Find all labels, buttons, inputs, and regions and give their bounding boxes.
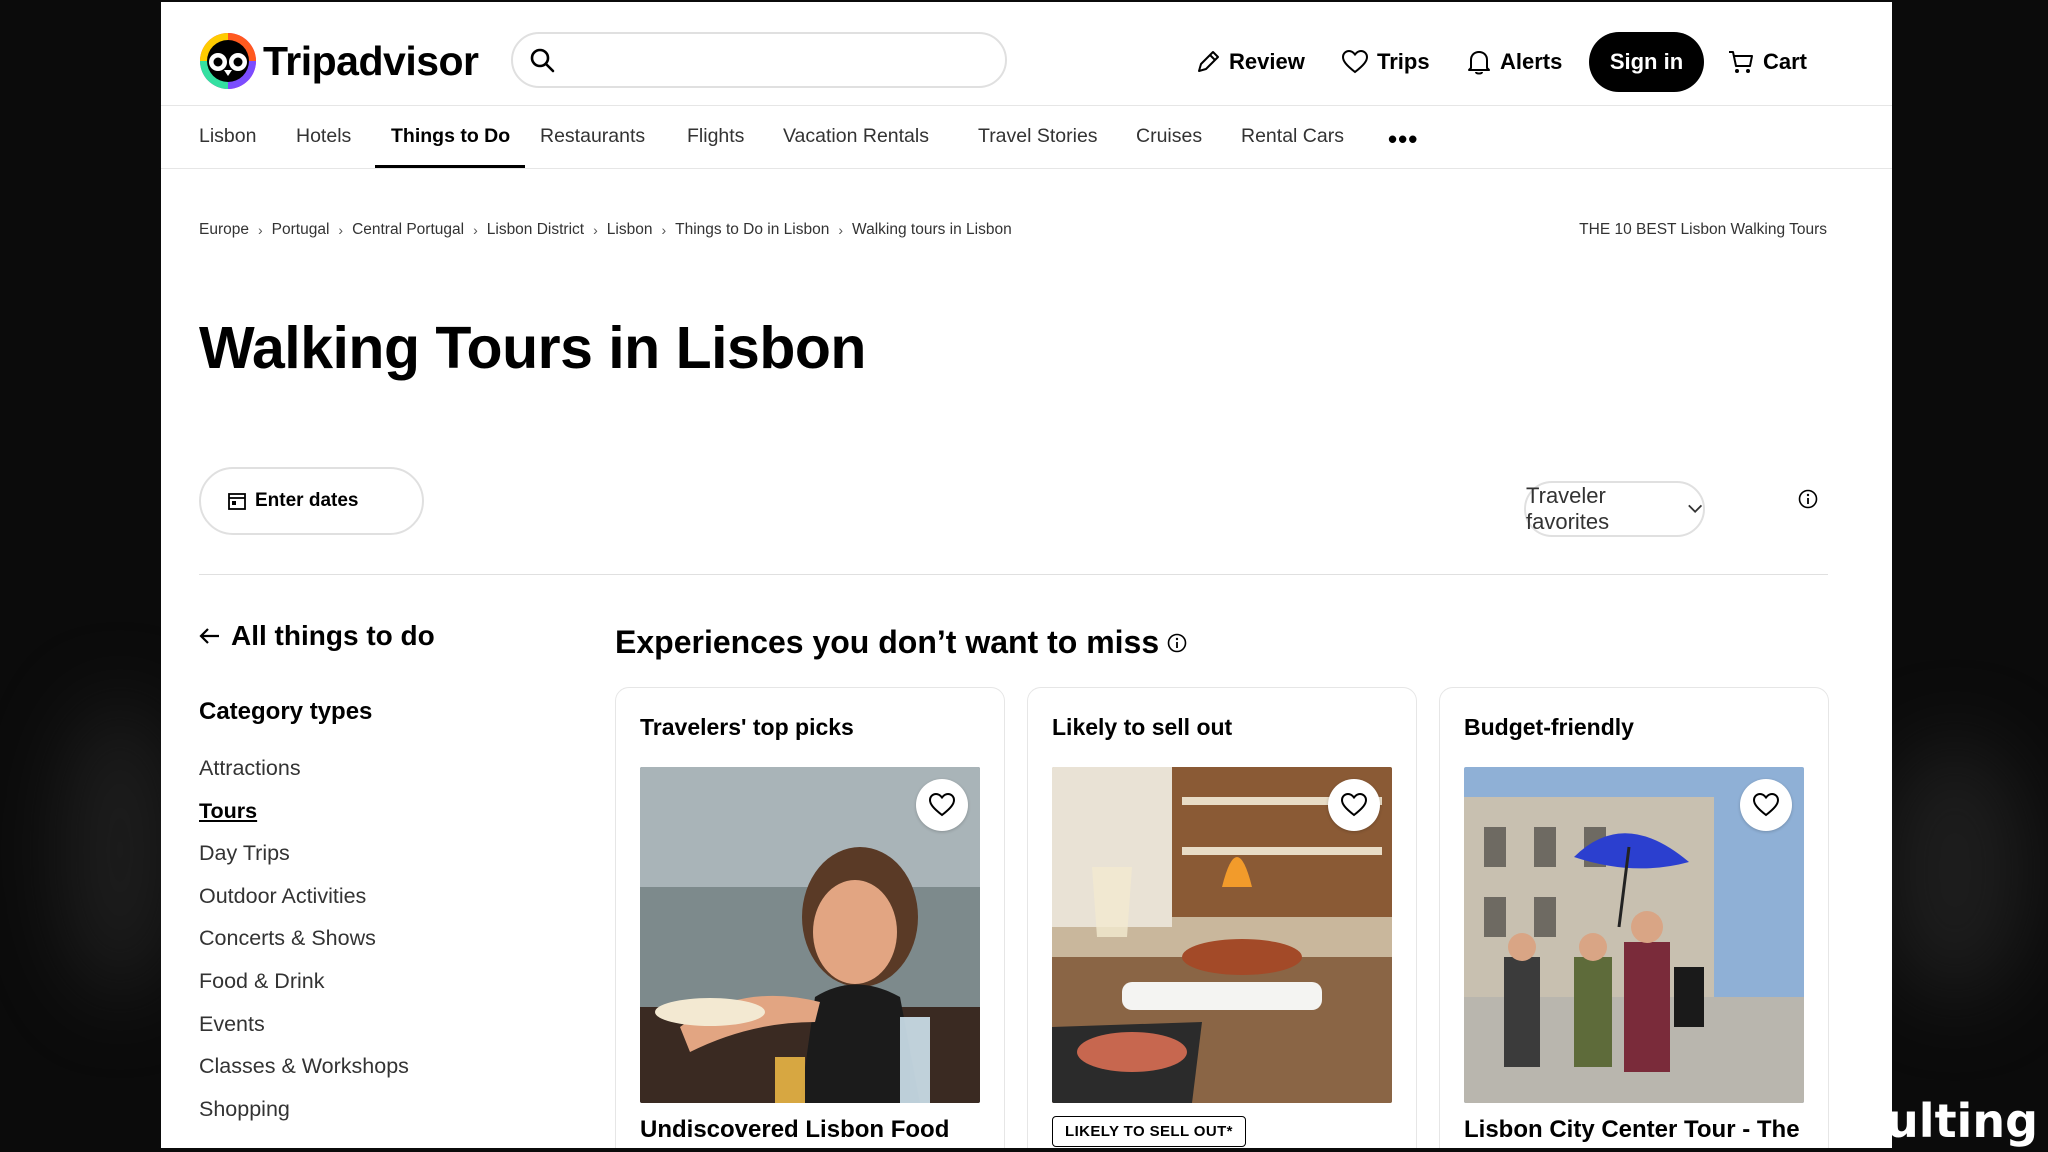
info-icon[interactable] bbox=[1798, 489, 1818, 509]
category-events[interactable]: Events bbox=[199, 1012, 409, 1055]
best-list-label: THE 10 BEST Lisbon Walking Tours bbox=[1579, 221, 1827, 238]
category-shopping[interactable]: Shopping bbox=[199, 1097, 409, 1140]
category-tabs: Lisbon Hotels Things to Do Restaurants F… bbox=[161, 106, 1892, 169]
tab-lisbon[interactable]: Lisbon bbox=[199, 125, 256, 148]
arrow-left-icon bbox=[199, 628, 219, 644]
breadcrumb-central-portugal[interactable]: Central Portugal bbox=[352, 221, 464, 239]
cart-link[interactable]: Cart bbox=[1727, 32, 1807, 92]
chevron-right-icon: › bbox=[257, 222, 263, 238]
bell-icon bbox=[1468, 51, 1490, 75]
tab-restaurants[interactable]: Restaurants bbox=[540, 125, 645, 148]
chevron-down-icon bbox=[1687, 504, 1702, 513]
heart-icon bbox=[1752, 792, 1780, 817]
category-outdoor-activities[interactable]: Outdoor Activities bbox=[199, 884, 409, 927]
cart-label: Cart bbox=[1763, 49, 1808, 74]
search-bar[interactable] bbox=[511, 32, 1007, 88]
heart-icon bbox=[1341, 49, 1369, 74]
breadcrumb-lisbon-district[interactable]: Lisbon District bbox=[487, 221, 584, 239]
experience-card-budget-friendly[interactable]: Budget-friendly Lisbon City Center Tour … bbox=[1439, 687, 1829, 1148]
category-day-trips[interactable]: Day Trips bbox=[199, 841, 409, 884]
breadcrumb-walking-tours: Walking tours in Lisbon bbox=[852, 221, 1012, 238]
all-things-link[interactable]: All things to do bbox=[199, 620, 435, 652]
tab-flights[interactable]: Flights bbox=[687, 125, 744, 148]
top-header: Tripadvisor Review Trips Alerts Sign in … bbox=[161, 2, 1892, 106]
card-heading: Budget-friendly bbox=[1464, 714, 1634, 740]
heart-icon bbox=[928, 792, 956, 817]
brand-name: Tripadvisor bbox=[263, 37, 479, 84]
experiences-title: Experiences you don’t want to miss bbox=[615, 624, 1160, 660]
food-tour-photo[interactable] bbox=[640, 767, 980, 1103]
tasting-photo[interactable] bbox=[1052, 767, 1392, 1103]
card-heading: Travelers' top picks bbox=[640, 714, 854, 740]
category-concerts-shows[interactable]: Concerts & Shows bbox=[199, 926, 409, 969]
breadcrumb-europe[interactable]: Europe bbox=[199, 221, 249, 239]
pencil-icon bbox=[1198, 51, 1219, 72]
likely-to-sell-out-badge: LIKELY TO SELL OUT* bbox=[1052, 1116, 1246, 1147]
category-attractions[interactable]: Attractions bbox=[199, 756, 409, 799]
category-food-drink[interactable]: Food & Drink bbox=[199, 969, 409, 1012]
owl-logo-icon bbox=[200, 33, 256, 89]
experience-title[interactable]: Undiscovered Lisbon Food bbox=[640, 1116, 949, 1144]
tab-hotels[interactable]: Hotels bbox=[296, 125, 351, 148]
review-label: Review bbox=[1229, 49, 1305, 74]
breadcrumb-things-to-do[interactable]: Things to Do in Lisbon bbox=[675, 221, 829, 239]
city-tour-photo[interactable] bbox=[1464, 767, 1804, 1103]
chevron-right-icon: › bbox=[473, 222, 478, 238]
trips-label: Trips bbox=[1377, 49, 1430, 74]
save-to-trip-button[interactable] bbox=[1740, 779, 1792, 831]
tab-things-to-do[interactable]: Things to Do bbox=[391, 125, 510, 148]
tab-travel-stories[interactable]: Travel Stories bbox=[978, 125, 1098, 148]
tab-rental-cars[interactable]: Rental Cars bbox=[1241, 125, 1344, 148]
chevron-right-icon: › bbox=[338, 222, 344, 238]
category-list: Attractions Tours Day Trips Outdoor Acti… bbox=[199, 756, 409, 1139]
experiences-heading: Experiences you don’t want to miss bbox=[615, 624, 1187, 661]
alerts-label: Alerts bbox=[1500, 49, 1563, 74]
tab-cruises[interactable]: Cruises bbox=[1136, 125, 1202, 148]
page-title: Walking Tours in Lisbon bbox=[199, 315, 866, 381]
save-to-trip-button[interactable] bbox=[1328, 779, 1380, 831]
heart-icon bbox=[1340, 792, 1368, 817]
chevron-right-icon: › bbox=[838, 222, 844, 238]
review-link[interactable]: Review bbox=[1195, 32, 1305, 92]
search-icon bbox=[530, 48, 555, 73]
active-tab-indicator bbox=[375, 165, 525, 168]
enter-dates-button[interactable]: Enter dates bbox=[199, 467, 424, 535]
all-things-label: All things to do bbox=[231, 620, 435, 651]
experience-card-top-picks[interactable]: Travelers' top picks Undiscovered Lisbon… bbox=[615, 687, 1005, 1148]
save-to-trip-button[interactable] bbox=[916, 779, 968, 831]
category-types-heading: Category types bbox=[199, 698, 373, 725]
alerts-link[interactable]: Alerts bbox=[1466, 32, 1562, 92]
sort-dropdown[interactable]: Traveler favorites bbox=[1524, 481, 1705, 537]
sign-in-button[interactable]: Sign in bbox=[1589, 32, 1704, 92]
cart-icon bbox=[1729, 51, 1753, 73]
video-caption-overlay: sulting bbox=[1858, 1094, 2038, 1148]
breadcrumb-lisbon[interactable]: Lisbon bbox=[607, 221, 653, 239]
calendar-icon bbox=[228, 493, 246, 510]
experience-card-likely-sell-out[interactable]: Likely to sell out LIKELY TO SELL OUT* bbox=[1027, 687, 1417, 1148]
category-classes-workshops[interactable]: Classes & Workshops bbox=[199, 1054, 409, 1097]
tab-vacation-rentals[interactable]: Vacation Rentals bbox=[783, 125, 929, 148]
brand-logo[interactable]: Tripadvisor bbox=[199, 32, 479, 90]
chevron-right-icon: › bbox=[593, 222, 598, 238]
experience-title[interactable]: Lisbon City Center Tour - The bbox=[1464, 1116, 1800, 1144]
trips-link[interactable]: Trips bbox=[1341, 32, 1430, 92]
enter-dates-label: Enter dates bbox=[255, 490, 359, 511]
more-tabs-button[interactable]: ••• bbox=[1388, 124, 1418, 155]
section-divider bbox=[199, 574, 1828, 575]
breadcrumb: Europe › Portugal › Central Portugal › Lisb… bbox=[199, 221, 1012, 239]
search-input[interactable] bbox=[565, 47, 1005, 73]
breadcrumb-portugal[interactable]: Portugal bbox=[272, 221, 330, 239]
sort-label: Traveler favorites bbox=[1526, 483, 1610, 534]
info-icon[interactable] bbox=[1167, 633, 1187, 653]
card-heading: Likely to sell out bbox=[1052, 714, 1233, 740]
category-tours[interactable]: Tours bbox=[199, 799, 409, 842]
chevron-right-icon: › bbox=[661, 222, 667, 238]
tripadvisor-page: Tripadvisor Review Trips Alerts Sign in … bbox=[161, 2, 1892, 1148]
